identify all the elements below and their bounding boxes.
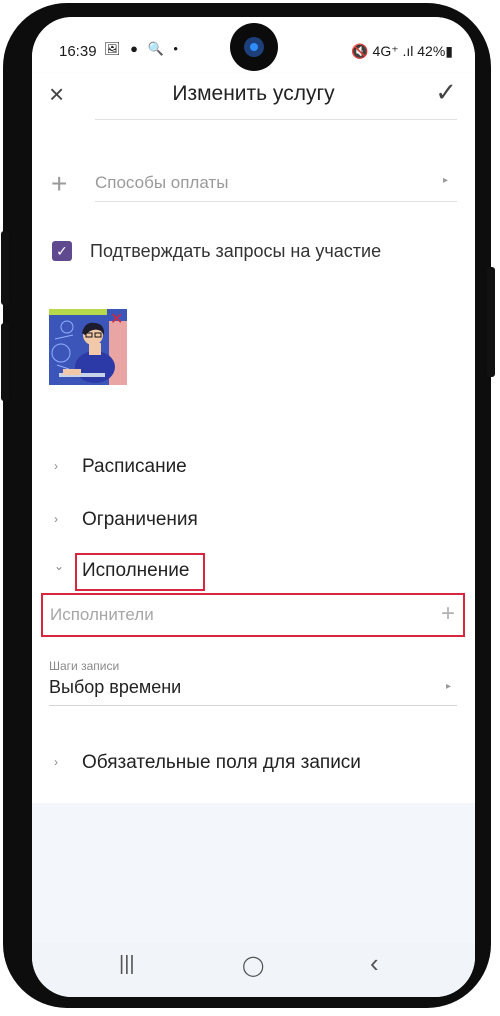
screen: 16:39 🖼 ● 🔍 • 🔇 4G⁺ .ıl 42%▮ × Изменить … [32,17,475,997]
phone-frame: 16:39 🖼 ● 🔍 • 🔇 4G⁺ .ıl 42%▮ × Изменить … [1,3,495,1008]
system-status-icons: 🔇 4G⁺ .ıl 42%▮ [351,43,453,59]
highlight-execution [75,553,205,591]
chevron-right-icon: › [54,459,58,473]
system-nav-bar: ||| ◯ ‹ [32,943,475,997]
page-title: Изменить услугу [172,82,335,105]
divider [49,705,457,706]
front-camera [230,23,278,71]
confirm-requests-label: Подтверждать запросы на участие [90,241,382,261]
status-time: 16:39 [59,43,97,60]
booking-steps-label: Шаги записи [49,659,120,673]
home-icon[interactable]: ◯ [242,953,264,978]
app-bar: × Изменить услугу ✓ [32,73,475,119]
save-check-icon[interactable]: ✓ [435,77,457,108]
section-limits-label: Ограничения [82,509,198,530]
recents-icon[interactable]: ||| [119,953,135,976]
confirm-requests-checkbox[interactable]: ✓ [52,241,72,261]
arrow-right-icon: ▸ [445,681,451,692]
section-required-fields-label: Обязательные поля для записи [82,752,361,773]
side-button [1,323,9,401]
remove-image-icon[interactable]: ✕ [110,309,123,329]
chevron-down-icon: ⌄ [54,559,65,573]
back-icon[interactable]: ‹ [370,948,379,979]
payment-methods-row[interactable]: + Способы оплаты ▸ [32,163,475,207]
form-content: + Способы оплаты ▸ ✓ Подтверждать запрос… [32,119,475,803]
plus-icon: + [51,168,68,199]
chevron-right-icon: › [54,755,58,769]
highlight-performers [41,593,465,637]
chevron-right-icon: › [54,512,58,526]
divider [95,201,457,202]
notification-icons: 🖼 ● 🔍 • [104,41,181,56]
payment-methods-label: Способы оплаты [95,173,229,192]
arrow-right-icon: ▸ [442,175,448,186]
divider [95,119,457,120]
volume-button [1,231,9,305]
booking-steps-value: Выбор времени [49,677,182,697]
power-button [487,267,495,377]
section-schedule-label: Расписание [82,456,187,477]
